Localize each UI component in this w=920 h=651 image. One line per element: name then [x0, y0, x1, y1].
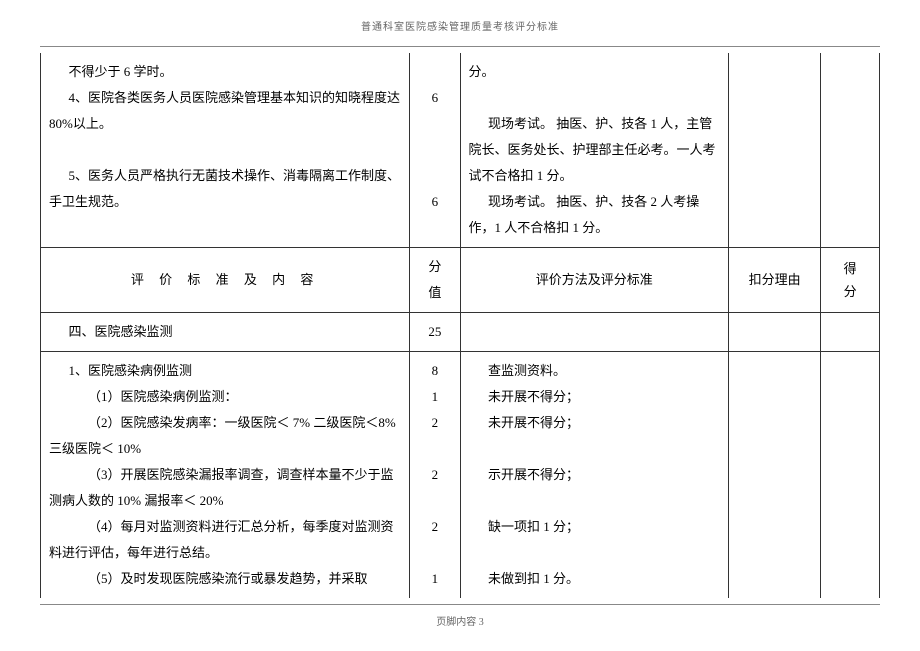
method-cell: 分。 现场考试。 抽医、护、技各 1 人，主管院长、医务处长、护理部主任必考。一… [460, 53, 728, 248]
header-got: 得 分 [821, 248, 880, 313]
score-value: 6 [418, 189, 451, 215]
method-text: 现场考试。 抽医、护、技各 1 人，主管院长、医务处长、护理部主任必考。一人考试… [469, 111, 720, 189]
page-header: 普通科室医院感染管理质量考核评分标准 [40, 20, 880, 36]
section-method [460, 313, 728, 352]
score-cell: 6 6 [410, 53, 460, 248]
section-reason [728, 313, 820, 352]
criteria-text: 5、医务人员严格执行无菌技术操作、消毒隔离工作制度、手卫生规范。 [49, 163, 401, 215]
section-title: 四、医院感染监测 [41, 313, 410, 352]
header-rule [40, 46, 880, 47]
criteria-text: 不得少于 6 学时。 [49, 59, 401, 85]
score-value: 1 [418, 566, 451, 592]
section-got [821, 313, 880, 352]
criteria-text: （5）及时发现医院感染流行或暴发趋势，并采取 [49, 566, 401, 592]
reason-cell [728, 352, 820, 599]
method-text: 未做到扣 1 分。 [469, 566, 720, 592]
score-cell: 8 1 2 2 2 1 [410, 352, 460, 599]
footer-rule [40, 604, 880, 605]
score-value: 6 [418, 85, 451, 111]
evaluation-table: 不得少于 6 学时。 4、医院各类医务人员医院感染管理基本知识的知晓程度达 80… [40, 53, 880, 598]
method-cell: 查监测资料。 未开展不得分； 未开展不得分； 示开展不得分； 缺一项扣 1 分；… [460, 352, 728, 599]
criteria-text: （3）开展医院感染漏报率调查，调查样本量不少于监测病人数的 10% 漏报率＜ 2… [49, 462, 401, 514]
page-footer: 页脚内容 3 [40, 615, 880, 631]
criteria-text: （1）医院感染病例监测： [49, 384, 401, 410]
method-text: 现场考试。 抽医、护、技各 2 人考操作，1 人不合格扣 1 分。 [469, 189, 720, 241]
criteria-text: （4）每月对监测资料进行汇总分析，每季度对监测资料进行评估，每年进行总结。 [49, 514, 401, 566]
method-text: 查监测资料。 [469, 358, 720, 384]
criteria-text: 4、医院各类医务人员医院感染管理基本知识的知晓程度达 80%以上。 [49, 85, 401, 137]
section-score: 25 [410, 313, 460, 352]
criteria-text: 1、医院感染病例监测 [49, 358, 401, 384]
got-cell [821, 352, 880, 599]
score-value: 2 [418, 410, 451, 436]
header-criteria: 评 价 标 准 及 内 容 [41, 248, 410, 313]
score-value: 2 [418, 462, 451, 488]
method-text: 未开展不得分； [469, 384, 720, 410]
method-text: 分。 [469, 59, 720, 85]
criteria-text: （2）医院感染发病率：一级医院＜ 7% 二级医院＜8% 三级医院＜ 10% [49, 410, 401, 462]
table-row: 不得少于 6 学时。 4、医院各类医务人员医院感染管理基本知识的知晓程度达 80… [41, 53, 880, 248]
method-text: 缺一项扣 1 分； [469, 514, 720, 540]
method-text: 示开展不得分； [469, 462, 720, 488]
method-text: 未开展不得分； [469, 410, 720, 436]
score-value: 1 [418, 384, 451, 410]
table-header-row: 评 价 标 准 及 内 容 分 值 评价方法及评分标准 扣分理由 得 分 [41, 248, 880, 313]
criteria-cell: 1、医院感染病例监测 （1）医院感染病例监测： （2）医院感染发病率：一级医院＜… [41, 352, 410, 599]
criteria-cell: 不得少于 6 学时。 4、医院各类医务人员医院感染管理基本知识的知晓程度达 80… [41, 53, 410, 248]
header-method: 评价方法及评分标准 [460, 248, 728, 313]
header-score: 分 值 [410, 248, 460, 313]
table-row: 1、医院感染病例监测 （1）医院感染病例监测： （2）医院感染发病率：一级医院＜… [41, 352, 880, 599]
score-value: 2 [418, 514, 451, 540]
table-section-row: 四、医院感染监测 25 [41, 313, 880, 352]
reason-cell [728, 53, 820, 248]
header-reason: 扣分理由 [728, 248, 820, 313]
got-cell [821, 53, 880, 248]
score-value: 8 [418, 358, 451, 384]
